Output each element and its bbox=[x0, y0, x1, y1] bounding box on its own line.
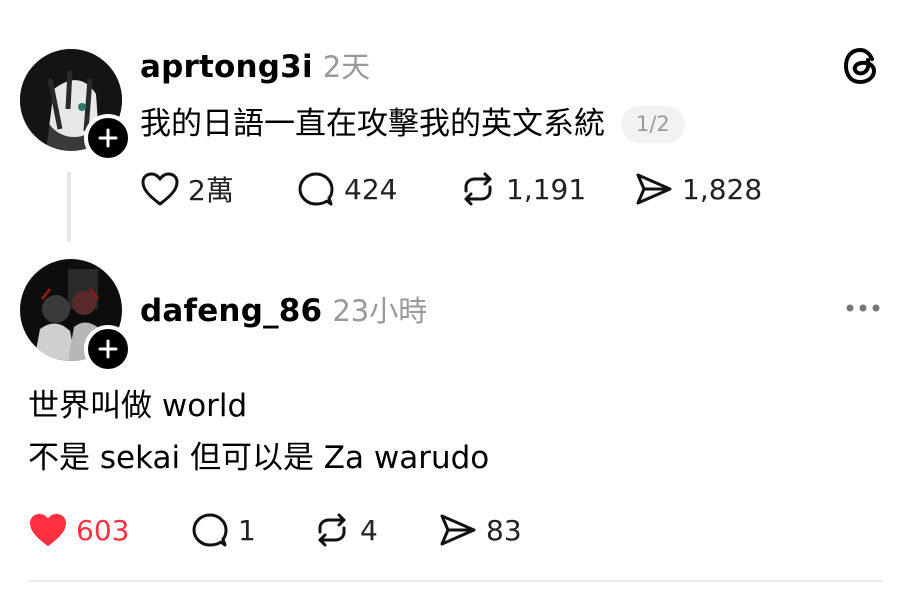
reply-count: 1 bbox=[238, 513, 256, 547]
follow-button[interactable] bbox=[84, 114, 132, 162]
post-header: dafeng_86 23小時 bbox=[140, 288, 427, 330]
reply-count: 424 bbox=[344, 172, 398, 206]
timestamp: 2天 bbox=[322, 50, 371, 84]
post-text-line: 世界叫做 world bbox=[28, 388, 248, 424]
page-indicator: 1/2 bbox=[621, 105, 685, 143]
heart-filled-icon bbox=[30, 514, 66, 546]
follow-button[interactable] bbox=[84, 325, 132, 373]
like-count: 2萬 bbox=[188, 174, 234, 207]
like-button[interactable]: 603 bbox=[28, 508, 129, 552]
username[interactable]: aprtong3i bbox=[140, 49, 313, 85]
post-text-line: 不是 sekai 但可以是 Za warudo bbox=[28, 440, 490, 476]
repost-count: 4 bbox=[360, 513, 378, 547]
repost-count: 1,191 bbox=[506, 172, 587, 206]
divider bbox=[28, 580, 883, 582]
repost-button[interactable]: 4 bbox=[312, 508, 378, 552]
post-header: aprtong3i 2天 bbox=[140, 44, 370, 86]
comment-icon bbox=[192, 513, 228, 547]
plus-icon bbox=[98, 128, 118, 148]
post-text: 我的日語一直在攻擊我的英文系統 bbox=[140, 106, 605, 142]
share-button[interactable]: 1,828 bbox=[634, 167, 762, 211]
heart-icon bbox=[141, 172, 179, 206]
repost-icon bbox=[464, 172, 492, 206]
share-count: 83 bbox=[486, 513, 522, 547]
send-icon bbox=[440, 514, 476, 546]
more-icon[interactable] bbox=[844, 300, 882, 319]
share-button[interactable]: 83 bbox=[438, 508, 522, 552]
like-count: 603 bbox=[76, 513, 130, 547]
reply-button[interactable]: 1 bbox=[190, 508, 256, 552]
username[interactable]: dafeng_86 bbox=[140, 293, 322, 329]
send-icon bbox=[636, 173, 672, 205]
thread-line bbox=[67, 172, 71, 242]
post-body: 世界叫做 world 不是 sekai 但可以是 Za warudo bbox=[28, 380, 489, 484]
threads-logo-icon[interactable] bbox=[842, 46, 880, 90]
share-count: 1,828 bbox=[682, 172, 763, 206]
post-body: 我的日語一直在攻擊我的英文系統 1/2 bbox=[140, 98, 685, 150]
repost-button[interactable]: 1,191 bbox=[458, 167, 586, 211]
comment-icon bbox=[298, 172, 334, 206]
like-button[interactable]: 2萬 bbox=[140, 167, 234, 211]
plus-icon bbox=[98, 339, 118, 359]
timestamp: 23小時 bbox=[332, 294, 428, 328]
repost-icon bbox=[318, 513, 346, 547]
reply-button[interactable]: 424 bbox=[296, 167, 397, 211]
